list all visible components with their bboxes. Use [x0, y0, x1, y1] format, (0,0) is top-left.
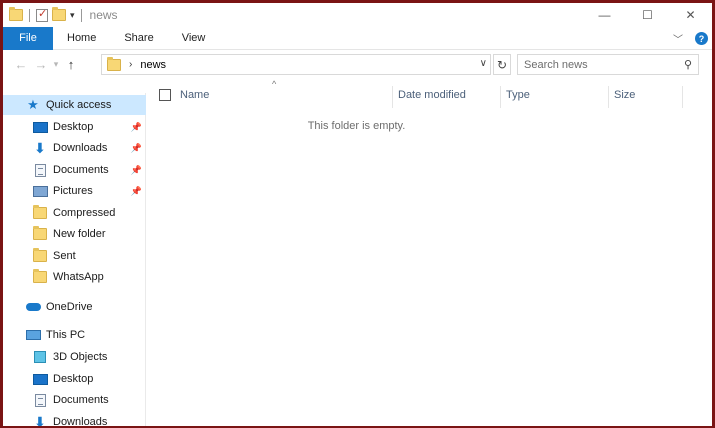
nav-item-documents-pc[interactable]: Documents	[3, 390, 146, 410]
forward-arrow-icon[interactable]: →	[31, 57, 51, 72]
column-header-size[interactable]: Size	[608, 84, 635, 106]
toolbar-divider	[29, 8, 30, 22]
download-arrow-icon: ⬇	[34, 139, 46, 156]
column-header-date-modified[interactable]: Date modified	[392, 84, 466, 106]
folder-icon	[33, 248, 47, 262]
cube-icon	[34, 351, 46, 363]
nav-item-documents[interactable]: Documents 📌	[3, 160, 146, 180]
breadcrumb-chevron-icon[interactable]: ›	[129, 59, 132, 70]
search-icon[interactable]: ⚲	[684, 58, 692, 71]
download-arrow-icon: ⬇	[34, 413, 46, 427]
nav-item-whatsapp[interactable]: WhatsApp	[3, 267, 146, 287]
address-dropdown-chevron-icon[interactable]: ∨	[480, 58, 487, 69]
refresh-icon: ↻	[496, 57, 508, 72]
nav-item-label: This PC	[46, 329, 86, 341]
nav-item-label: Documents	[53, 394, 109, 406]
search-input[interactable]	[524, 58, 674, 71]
column-header-row: Name Date modified Type Size	[148, 84, 712, 108]
nav-item-desktop-pc[interactable]: Desktop	[3, 369, 146, 389]
help-icon[interactable]: ?	[695, 32, 708, 45]
toolbar-divider	[80, 8, 82, 22]
address-bar[interactable]: › news ∨	[101, 54, 491, 75]
expand-ribbon-chevron-icon[interactable]: ﹀	[673, 31, 683, 46]
nav-item-desktop[interactable]: Desktop 📌	[3, 117, 146, 137]
computer-icon	[25, 330, 41, 340]
document-icon	[34, 393, 46, 407]
desktop-icon	[32, 121, 48, 133]
folder-icon	[107, 56, 121, 71]
column-divider[interactable]	[682, 86, 683, 108]
nav-item-label: 3D Objects	[53, 351, 108, 363]
close-button[interactable]: ✕	[669, 3, 712, 27]
nav-item-quick-access[interactable]: ★ Quick access	[3, 95, 146, 115]
title-bar: ▾ news — ☐ ✕	[3, 3, 712, 27]
breadcrumb-current[interactable]: news	[140, 59, 166, 71]
search-box[interactable]: ⚲	[517, 54, 699, 75]
pin-icon: 📌	[130, 185, 142, 196]
nav-item-3d-objects[interactable]: 3D Objects	[3, 347, 146, 367]
window-title: news	[89, 8, 118, 22]
document-icon	[34, 163, 46, 177]
column-header-type[interactable]: Type	[500, 84, 530, 106]
empty-folder-message: This folder is empty.	[307, 120, 406, 132]
nav-item-pictures[interactable]: Pictures 📌	[3, 181, 146, 201]
cloud-icon	[25, 303, 41, 311]
nav-item-downloads[interactable]: ⬇ Downloads 📌	[3, 138, 146, 158]
window-controls: — ☐ ✕	[583, 3, 712, 27]
quick-access-toolbar: ▾	[9, 7, 84, 22]
new-folder-icon[interactable]	[52, 7, 66, 21]
ribbon-tabs: File Home Share View ﹀ ?	[3, 26, 712, 50]
nav-item-label: Desktop	[53, 373, 94, 385]
nav-item-label: New folder	[53, 228, 106, 240]
folder-icon	[33, 269, 47, 283]
nav-item-label: WhatsApp	[53, 271, 104, 283]
tab-home[interactable]: Home	[53, 27, 110, 50]
up-arrow-icon[interactable]: ↑	[61, 57, 81, 72]
folder-icon	[33, 205, 47, 219]
nav-item-label: Compressed	[53, 207, 116, 219]
nav-item-label: Sent	[53, 250, 76, 262]
folder-icon	[33, 226, 47, 240]
select-all-checkbox[interactable]	[159, 89, 171, 101]
navigation-bar: ← → ▾ ↑ › news ∨ ↻ ⚲	[3, 51, 712, 78]
folder-icon	[9, 7, 23, 21]
star-icon: ★	[27, 97, 39, 112]
nav-item-sent[interactable]: Sent	[3, 246, 146, 266]
navigation-pane[interactable]: ★ Quick access Desktop 📌 ⬇ Downloads 📌 D…	[3, 93, 146, 426]
tab-share[interactable]: Share	[110, 27, 167, 50]
pictures-icon	[32, 185, 48, 197]
maximize-button[interactable]: ☐	[626, 3, 669, 27]
nav-item-onedrive[interactable]: OneDrive	[3, 297, 146, 317]
pin-icon: 📌	[130, 164, 142, 175]
nav-item-this-pc[interactable]: This PC	[3, 325, 146, 345]
minimize-button[interactable]: —	[583, 3, 626, 27]
refresh-button[interactable]: ↻	[493, 54, 511, 75]
column-header-name[interactable]: Name	[174, 84, 209, 106]
recent-locations-caret-icon[interactable]: ▾	[51, 59, 61, 70]
nav-item-label: Pictures	[53, 185, 93, 197]
pin-icon: 📌	[130, 121, 142, 132]
properties-icon[interactable]	[36, 7, 48, 22]
nav-item-label: Downloads	[53, 142, 108, 154]
nav-item-compressed[interactable]: Compressed	[3, 203, 146, 223]
nav-item-label: Downloads	[53, 416, 108, 426]
tab-view[interactable]: View	[168, 27, 220, 50]
customize-toolbar-caret-icon[interactable]: ▾	[70, 10, 75, 21]
nav-item-downloads-pc[interactable]: ⬇ Downloads	[3, 412, 146, 427]
back-arrow-icon[interactable]: ←	[11, 57, 31, 72]
nav-item-label: Desktop	[53, 121, 94, 133]
nav-item-label: OneDrive	[46, 301, 93, 313]
desktop-icon	[32, 373, 48, 385]
nav-item-label: Quick access	[46, 99, 112, 111]
nav-item-label: Documents	[53, 164, 109, 176]
tab-file[interactable]: File	[3, 26, 53, 50]
nav-item-new-folder[interactable]: New folder	[3, 224, 146, 244]
pin-icon: 📌	[130, 142, 142, 153]
file-list-pane[interactable]: ^ Name Date modified Type Size This fold…	[148, 79, 712, 426]
ribbon-right-controls: ﹀ ?	[673, 27, 708, 50]
file-explorer-window: ▾ news — ☐ ✕ File Home Share View ﹀ ? ← …	[3, 3, 712, 426]
